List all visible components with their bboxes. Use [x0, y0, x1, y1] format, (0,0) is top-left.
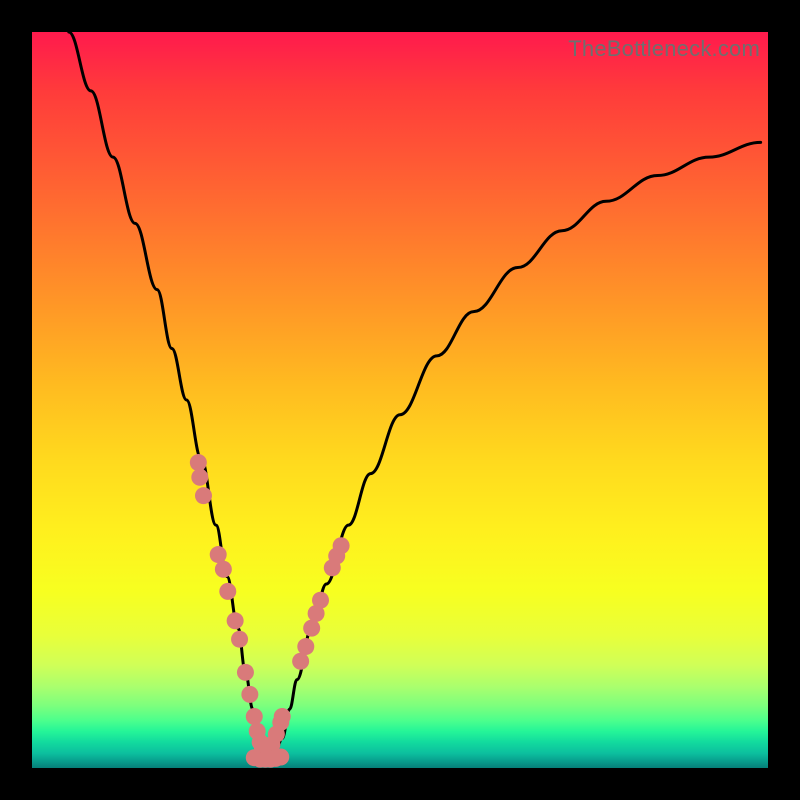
data-point	[274, 708, 291, 725]
data-point	[246, 708, 263, 725]
data-point	[303, 620, 320, 637]
data-point	[227, 612, 244, 629]
data-point	[210, 546, 227, 563]
dots-layer	[190, 454, 350, 768]
data-point	[215, 561, 232, 578]
data-point	[237, 664, 254, 681]
main-curve	[69, 32, 761, 757]
curve-layer	[69, 32, 761, 757]
data-point	[191, 469, 208, 486]
data-point	[292, 653, 309, 670]
data-point	[195, 487, 212, 504]
data-point	[241, 686, 258, 703]
plot-area: TheBottleneck.com	[32, 32, 768, 768]
data-point	[297, 638, 314, 655]
data-point	[312, 592, 329, 609]
data-point	[219, 583, 236, 600]
chart-frame: TheBottleneck.com	[0, 0, 800, 800]
chart-svg	[32, 32, 768, 768]
data-point	[333, 537, 350, 554]
data-point	[231, 631, 248, 648]
data-point	[190, 454, 207, 471]
data-point	[272, 748, 289, 765]
